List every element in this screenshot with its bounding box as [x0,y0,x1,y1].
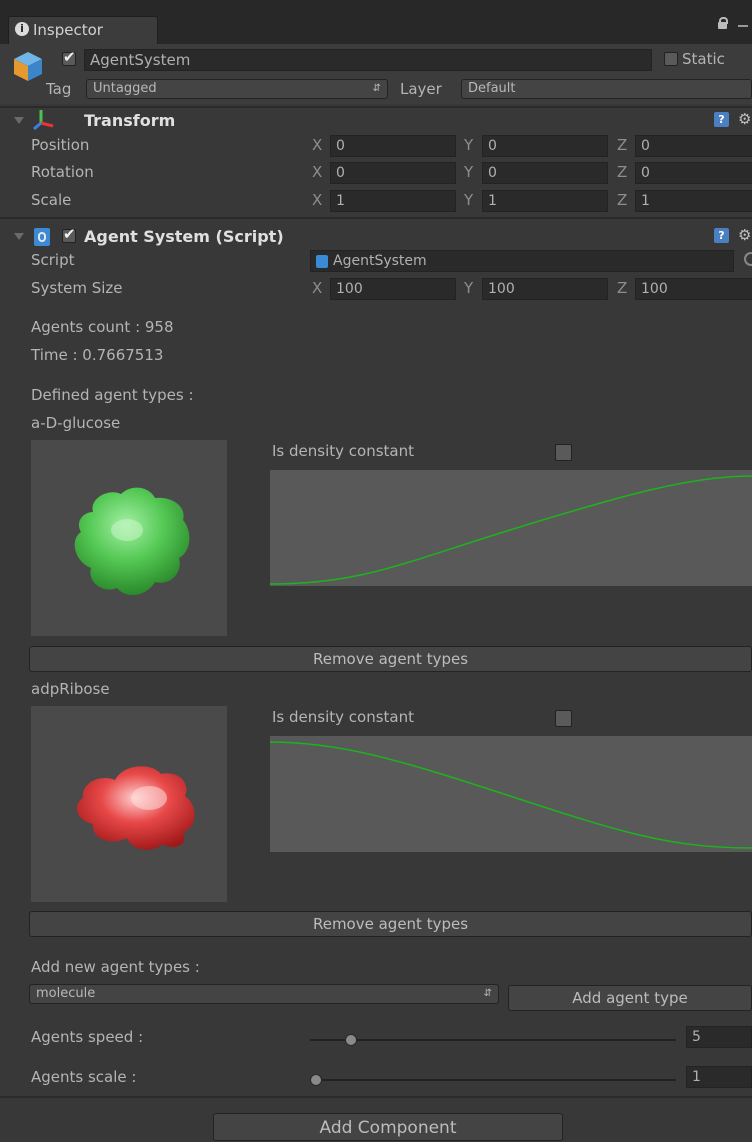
axis-y-label: Y [464,279,474,297]
tag-label: Tag [46,80,72,98]
transform-z-field[interactable]: 0 [635,162,752,184]
dropdown-arrow-icon: ⇵ [483,988,492,999]
density-curve[interactable] [269,470,752,586]
inspector-tab-bar: i Inspector [0,0,752,44]
agent-type-name: adpRibose [31,680,110,698]
script-file-icon [34,228,50,246]
density-constant-checkbox[interactable] [555,444,572,461]
axis-y-label: Y [464,136,474,154]
static-label: Static [682,50,725,68]
script-object-field[interactable]: AgentSystem [310,250,734,272]
divider [0,106,752,108]
axis-z-label: Z [617,163,628,181]
panel-menu-icon[interactable] [738,25,748,27]
agent-system-enabled-checkbox[interactable] [62,225,76,243]
add-new-agent-types-label: Add new agent types : [31,958,200,976]
layer-dropdown[interactable]: Default [461,79,752,99]
axis-x-label: X [312,279,323,297]
axis-y-label: Y [464,163,474,181]
transform-foldout-icon[interactable] [14,117,24,124]
remove-agent-types-button[interactable]: Remove agent types [29,911,752,937]
transform-z-field[interactable]: 1 [635,190,752,212]
agent-type-name: a-D-glucose [31,414,121,432]
script-value: AgentSystem [333,253,427,269]
agents-scale-slider[interactable] [310,1079,676,1081]
help-icon[interactable]: ? [714,228,729,243]
tag-dropdown-value: Untagged [93,81,157,96]
transform-row-label: Position [31,136,90,154]
transform-row-label: Rotation [31,163,94,181]
agents-scale-field[interactable]: 1 [686,1066,752,1088]
gameobject-header: AgentSystem Static Tag Untagged ⇵ Layer … [0,44,752,104]
divider [0,217,752,219]
axis-z-label: Z [617,136,628,154]
gear-icon[interactable]: ⚙ [738,226,751,244]
static-checkbox[interactable] [664,52,678,66]
axis-y-label: Y [464,191,474,209]
transform-x-field[interactable]: 0 [330,135,456,157]
adpribose-molecule-image [77,766,195,850]
add-agent-type-button[interactable]: Add agent type [508,985,752,1011]
glucose-molecule-image [74,487,190,596]
object-picker-icon[interactable] [744,252,752,266]
density-constant-checkbox[interactable] [555,710,572,727]
agents-count: Agents count : 958 [31,318,174,336]
axis-z-label: Z [617,279,628,297]
help-icon[interactable]: ? [714,112,729,127]
defined-agent-types-label: Defined agent types : [31,386,194,404]
agents-speed-label: Agents speed : [31,1028,144,1046]
info-icon: i [15,22,29,36]
transform-y-field[interactable]: 1 [482,190,608,212]
agent-preview [31,440,227,636]
transform-x-field[interactable]: 0 [330,162,456,184]
tag-dropdown[interactable]: Untagged ⇵ [86,79,388,99]
system-size-y-field[interactable]: 100 [482,278,608,300]
script-file-icon [316,255,328,268]
agent-type-dropdown-value: molecule [36,986,96,1001]
dropdown-arrow-icon: ⇵ [372,83,381,94]
density-constant-label: Is density constant [272,708,414,726]
agent-preview [31,706,227,902]
time-readout: Time : 0.7667513 [31,346,164,364]
agents-scale-slider-thumb[interactable] [310,1074,322,1086]
agent-system-title[interactable]: Agent System (Script) [84,227,284,246]
transform-axes-icon [32,108,54,131]
lock-shackle-icon [719,17,728,24]
remove-agent-types-button[interactable]: Remove agent types [29,646,752,672]
layer-label: Layer [400,80,442,98]
divider [0,1096,752,1098]
gameobject-cube-icon [12,50,44,82]
agent-system-foldout-icon[interactable] [14,233,24,240]
axis-x-label: X [312,191,323,209]
density-constant-label: Is density constant [272,442,414,460]
transform-x-field[interactable]: 1 [330,190,456,212]
gameobject-name-field[interactable]: AgentSystem [84,49,652,71]
transform-title[interactable]: Transform [84,111,175,130]
tab-label: Inspector [33,21,103,39]
agents-speed-field[interactable]: 5 [686,1026,752,1048]
layer-dropdown-value: Default [468,81,516,96]
transform-y-field[interactable]: 0 [482,162,608,184]
system-size-x-field[interactable]: 100 [330,278,456,300]
density-curve[interactable] [269,736,752,852]
tab-inspector[interactable]: i Inspector [8,16,158,44]
axis-x-label: X [312,163,323,181]
system-size-z-field[interactable]: 100 [635,278,752,300]
agent-type-dropdown[interactable]: molecule ⇵ [29,984,499,1004]
axis-x-label: X [312,136,323,154]
agents-speed-slider[interactable] [310,1039,676,1041]
active-checkbox[interactable] [62,48,76,66]
density-curve-line [269,475,752,585]
density-curve-line [269,741,752,849]
axis-z-label: Z [617,191,628,209]
transform-y-field[interactable]: 0 [482,135,608,157]
script-label: Script [31,251,75,269]
gear-icon[interactable]: ⚙ [738,110,751,128]
transform-z-field[interactable]: 0 [635,135,752,157]
add-component-button[interactable]: Add Component [213,1113,563,1141]
agents-speed-slider-thumb[interactable] [345,1034,358,1046]
system-size-label: System Size [31,279,123,297]
agents-scale-label: Agents scale : [31,1068,137,1086]
transform-row-label: Scale [31,191,72,209]
